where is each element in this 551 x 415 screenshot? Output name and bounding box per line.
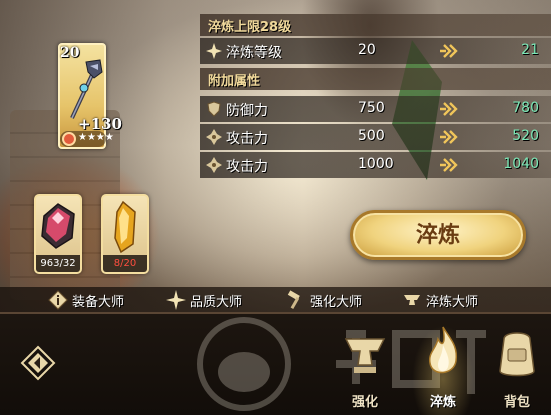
hammer-icon [287,290,300,310]
flame-icon [428,326,458,374]
material-count: 8/20 [103,255,147,272]
bonus-attributes-header: 附加属性 [200,68,551,90]
ruby-gem-icon [41,203,75,249]
master-label: 淬炼大师 [426,295,479,310]
refine-level-row: 淬炼等级 20 21 [200,38,551,64]
refine-cap-header: 淬炼上限28级 [200,14,551,36]
master-label: 装备大师 [72,295,125,310]
weapon-stars: ★★★★ [78,132,114,143]
master-label: 强化大师 [310,295,363,310]
tab-refine[interactable]: 淬炼 [412,325,474,415]
master-label: 品质大师 [190,295,243,310]
stat-label: 防御力 [226,103,268,119]
material-card-topaz[interactable]: 8/20 [101,194,149,274]
tab-enhance[interactable]: 强化 [334,325,396,415]
refine-button[interactable]: 淬炼 [350,210,526,260]
stat-row-attack: 攻击力 500 520 [200,124,551,150]
refine-cap-title: 淬炼上限28级 [208,20,292,35]
arrow-right-icon [440,130,458,144]
topaz-gem-icon [114,200,136,254]
stat-old-value: 1000 [358,156,394,172]
collapse-menu-icon[interactable] [20,345,56,381]
tab-backpack[interactable]: 背包 [486,325,548,415]
bonus-attributes-title: 附加属性 [208,74,261,89]
sparkle-icon [206,43,222,59]
stat-old-value: 500 [358,128,385,144]
sparkle-icon [166,290,186,310]
stat-label: 攻击力 [226,159,268,175]
refine-level-old: 20 [358,42,376,58]
backpack-icon [499,332,535,377]
refine-level-new: 21 [521,42,539,58]
arrow-right-icon [440,44,458,58]
shield-icon [207,101,221,117]
masters-bar: 装备大师 品质大师 强化大师 淬炼大师 [0,287,551,312]
attack-icon [206,129,222,145]
anvil-icon [344,338,386,373]
stat-new-value: 1040 [503,156,539,172]
info-icon [48,290,68,310]
stat-new-value: 780 [512,100,539,116]
stat-label: 攻击力 [226,131,268,147]
anvil-icon [404,295,420,305]
stat-old-value: 750 [358,100,385,116]
tab-label: 强化 [351,395,378,410]
stat-new-value: 520 [512,128,539,144]
material-card-ruby[interactable]: 963/32 [34,194,82,274]
stat-row-defense: 防御力 750 780 [200,96,551,122]
arrow-right-icon [440,158,458,172]
stat-row-attack: 攻击力 1000 1040 [200,152,551,178]
attack-icon [206,157,222,173]
tab-label: 背包 [503,395,530,410]
material-count: 963/32 [36,255,80,272]
arrow-right-icon [440,102,458,116]
weapon-level: 20 [60,45,80,61]
quality-ring-icon [62,132,76,146]
halberd-icon [70,59,103,119]
refine-level-label: 淬炼等级 [226,45,282,61]
tab-label: 淬炼 [429,395,456,410]
weapon-quality-badge: ★★★★ [60,131,114,147]
